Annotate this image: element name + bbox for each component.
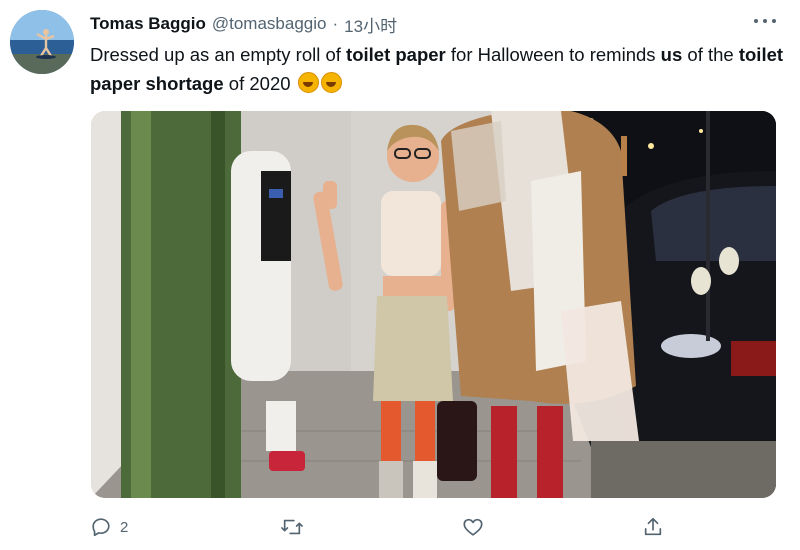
tweet-header: Tomas Baggio @tomasbaggio · 13小时 [90,12,740,36]
tweet-text-part: of the [682,44,739,65]
separator-dot: · [332,14,339,33]
reply-button[interactable]: 2 [90,512,128,542]
tweet-text-part: Dressed up as an empty roll of [90,44,347,65]
laughing-emoji-icon [320,72,342,93]
author-name[interactable]: Tomas Baggio [90,14,206,34]
tweet-timestamp[interactable]: 13小时 [344,12,397,37]
like-button[interactable] [462,512,484,542]
heart-icon [463,518,483,536]
retweet-button[interactable] [280,512,304,542]
author-handle[interactable]: @tomasbaggio [212,14,327,34]
share-icon [644,517,662,536]
laughing-emoji-icon [297,72,319,93]
reply-icon [92,518,110,537]
halloween-costume-photo [91,111,776,498]
tweet-actions: 2 [90,512,710,542]
tweet-text-bold: us [660,44,683,65]
reply-count: 2 [120,518,129,536]
tweet-text: Dressed up as an empty roll of toilet pa… [90,40,790,98]
avatar-image [10,10,74,74]
tweet-photo[interactable] [91,111,776,498]
tweet-text-part: of 2020 [223,73,296,94]
avatar[interactable] [10,10,74,74]
tweet-text-part: for Halloween to reminds [445,44,661,65]
share-button[interactable] [642,512,664,542]
more-options-icon[interactable] [754,14,776,28]
retweet-icon [281,519,303,535]
tweet-text-bold: toilet paper [346,44,446,65]
